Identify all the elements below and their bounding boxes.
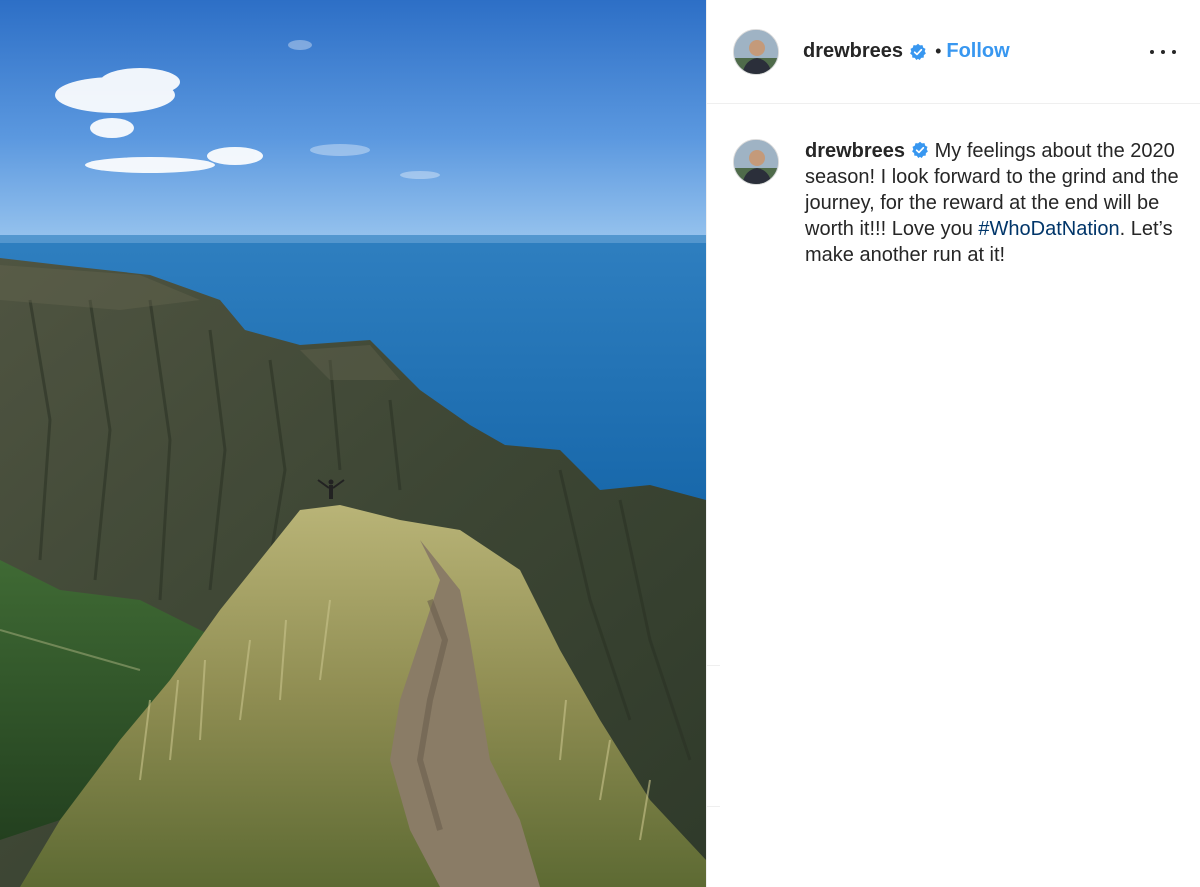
post-side-panel: drewbrees • Follow drewbrees My feelings… <box>706 0 1200 887</box>
verified-badge-icon <box>911 140 929 159</box>
hashtag-link[interactable]: #WhoDatNation <box>978 218 1119 240</box>
caption-avatar[interactable] <box>733 139 779 185</box>
more-options-icon[interactable] <box>1150 42 1176 62</box>
caption-comment: drewbrees My feelings about the 2020 sea… <box>707 104 1200 268</box>
avatar-image <box>734 140 778 184</box>
avatar[interactable] <box>733 28 779 75</box>
header-username[interactable]: drewbrees <box>803 40 903 63</box>
separator-dot: • <box>935 41 942 61</box>
divider <box>706 665 720 666</box>
follow-button[interactable]: Follow <box>946 40 1009 63</box>
post-photo[interactable] <box>0 0 706 887</box>
divider <box>706 806 720 807</box>
verified-badge-icon <box>909 43 927 61</box>
avatar-image <box>734 29 778 74</box>
landscape-image <box>0 0 706 887</box>
caption-text: drewbrees My feelings about the 2020 sea… <box>805 138 1186 268</box>
post-header: drewbrees • Follow <box>707 0 1200 104</box>
caption-username[interactable]: drewbrees <box>805 140 905 162</box>
